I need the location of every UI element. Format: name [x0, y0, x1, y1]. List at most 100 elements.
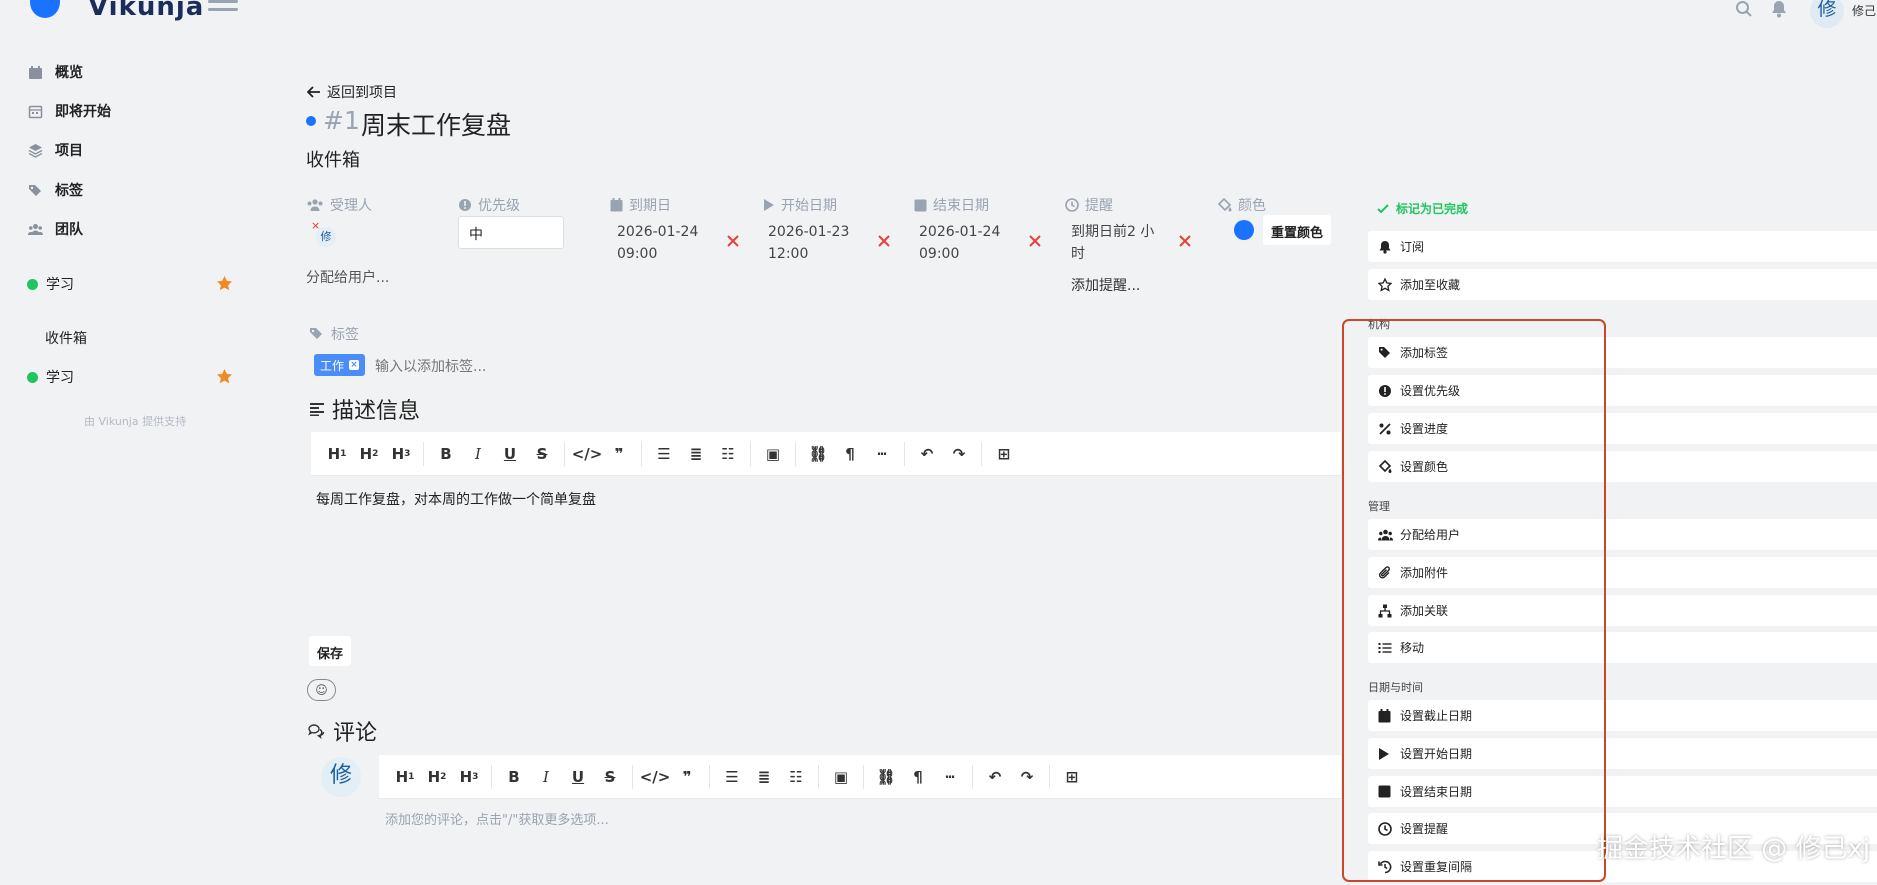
- clear-due-date-icon[interactable]: [726, 234, 740, 248]
- heading3-button[interactable]: H3: [385, 432, 417, 476]
- start-date-label: 开始日期: [781, 198, 837, 214]
- redo-icon[interactable]: ↷: [943, 432, 975, 476]
- end-date-value[interactable]: 2026-01-24 09:00: [919, 221, 1000, 265]
- sidebar-project-study-2[interactable]: 学习: [27, 367, 74, 387]
- assignee-label: 受理人: [330, 198, 372, 214]
- strikethrough-button[interactable]: S: [526, 432, 558, 476]
- user-avatar[interactable]: 修: [1810, 0, 1844, 28]
- menu-toggle-icon[interactable]: [208, 0, 238, 16]
- mark-done-label: 标记为已完成: [1396, 202, 1469, 216]
- add-label-input[interactable]: 输入以添加标签...: [375, 356, 486, 376]
- quote-icon[interactable]: ❞: [603, 432, 635, 476]
- task-list-icon[interactable]: ☷: [780, 755, 812, 799]
- sidebar-item-teams[interactable]: 团队: [28, 219, 83, 239]
- table-icon[interactable]: ⊞: [988, 432, 1020, 476]
- project-color-dot: [27, 371, 38, 383]
- color-picker[interactable]: [1234, 220, 1254, 240]
- check-double-icon: [1377, 203, 1389, 215]
- underline-button[interactable]: U: [494, 432, 526, 476]
- bullet-list-icon[interactable]: ☰: [716, 755, 748, 799]
- clear-start-date-icon[interactable]: [877, 234, 891, 248]
- add-reminder-link[interactable]: 添加提醒...: [1071, 275, 1140, 295]
- reset-color-button[interactable]: 重置颜色: [1263, 215, 1332, 245]
- comment-input[interactable]: 添加您的评论，点击"/"获取更多选项...: [385, 809, 609, 828]
- assign-user-input[interactable]: 分配给用户...: [306, 267, 389, 287]
- task-list-icon[interactable]: ☷: [712, 432, 744, 476]
- redo-icon[interactable]: ↷: [1011, 755, 1043, 799]
- link-icon[interactable]: ⛓: [802, 432, 834, 476]
- bold-button[interactable]: B: [498, 755, 530, 799]
- sidebar-project-inbox[interactable]: 收件箱: [45, 328, 87, 348]
- sidebar-item-label: 项目: [55, 143, 83, 159]
- italic-button[interactable]: I: [530, 755, 562, 799]
- play-icon: [763, 198, 775, 212]
- undo-icon[interactable]: ↶: [979, 755, 1011, 799]
- reminder-value[interactable]: 到期日前2 小 时: [1071, 221, 1154, 265]
- paragraph-icon[interactable]: ¶: [902, 755, 934, 799]
- horizontal-rule-icon[interactable]: ┅: [866, 432, 898, 476]
- quote-icon[interactable]: ❞: [671, 755, 703, 799]
- search-icon[interactable]: [1735, 0, 1753, 18]
- remove-label-icon[interactable]: ×: [349, 360, 360, 370]
- add-favorite-button[interactable]: 添加至收藏: [1368, 269, 1877, 300]
- favorite-star-icon[interactable]: [216, 368, 233, 385]
- sidebar-item-upcoming[interactable]: 即将开始: [28, 101, 111, 121]
- sidebar-item-overview[interactable]: 概览: [28, 62, 83, 82]
- image-icon[interactable]: ▣: [757, 432, 789, 476]
- bell-icon[interactable]: [1771, 0, 1787, 18]
- paint-bucket-icon: [1217, 198, 1232, 212]
- italic-button[interactable]: I: [462, 432, 494, 476]
- watermark: 掘金技术社区 @ 修己xj: [1597, 834, 1871, 864]
- clear-end-date-icon[interactable]: [1028, 234, 1042, 248]
- table-icon[interactable]: ⊞: [1056, 755, 1088, 799]
- label-chip[interactable]: 工作 ×: [314, 354, 366, 376]
- ordered-list-icon[interactable]: ≣: [680, 432, 712, 476]
- strikethrough-button[interactable]: S: [594, 755, 626, 799]
- ordered-list-icon[interactable]: ≣: [748, 755, 780, 799]
- undo-icon[interactable]: ↶: [911, 432, 943, 476]
- reminder-heading: 提醒: [1065, 195, 1113, 215]
- add-reaction-icon[interactable]: ☺: [307, 679, 336, 701]
- back-to-project-link[interactable]: 返回到项目: [307, 82, 397, 102]
- heading2-button[interactable]: H2: [353, 432, 385, 476]
- clear-reminder-icon[interactable]: [1178, 234, 1192, 248]
- app-name: Vikunja: [88, 0, 205, 22]
- link-icon[interactable]: ⛓: [870, 755, 902, 799]
- code-icon[interactable]: </>: [639, 755, 671, 799]
- sidebar-project-study[interactable]: 学习: [27, 274, 74, 294]
- task-project-name[interactable]: 收件箱: [306, 146, 360, 172]
- description-content[interactable]: 每周工作复盘，对本周的工作做一个简单复盘: [316, 489, 596, 509]
- underline-button[interactable]: U: [562, 755, 594, 799]
- bullet-list-icon[interactable]: ☰: [648, 432, 680, 476]
- sidebar-item-projects[interactable]: 项目: [28, 140, 83, 160]
- horizontal-rule-icon[interactable]: ┅: [934, 755, 966, 799]
- image-icon[interactable]: ▣: [825, 755, 857, 799]
- priority-select[interactable]: 中: [458, 216, 564, 249]
- heading1-button[interactable]: H1: [389, 755, 421, 799]
- vikunja-logo[interactable]: [30, 0, 60, 18]
- commenter-avatar: 修: [321, 757, 361, 797]
- color-label: 颜色: [1238, 198, 1266, 214]
- labels-label: 标签: [331, 327, 359, 343]
- sidebar-item-labels[interactable]: 标签: [28, 180, 83, 200]
- subscribe-button[interactable]: 订阅: [1368, 231, 1877, 262]
- powered-by[interactable]: 由 Vikunja 提供支持: [84, 413, 186, 429]
- paragraph-icon[interactable]: ¶: [834, 432, 866, 476]
- favorite-star-icon[interactable]: [216, 275, 233, 292]
- code-icon[interactable]: </>: [571, 432, 603, 476]
- project-label: 收件箱: [45, 331, 87, 347]
- task-title[interactable]: 周末工作复盘: [361, 106, 511, 142]
- star-icon: [1378, 277, 1392, 292]
- mark-done-button[interactable]: 标记为已完成: [1377, 200, 1468, 217]
- heading2-button[interactable]: H2: [421, 755, 453, 799]
- heading3-button[interactable]: H3: [453, 755, 485, 799]
- start-date-value[interactable]: 2026-01-23 12:00: [768, 221, 849, 265]
- heading1-button[interactable]: H1: [321, 432, 353, 476]
- bold-button[interactable]: B: [430, 432, 462, 476]
- save-description-button[interactable]: 保存: [309, 636, 352, 666]
- due-date-value[interactable]: 2026-01-24 09:00: [617, 221, 698, 265]
- labels-heading: 标签: [309, 324, 359, 344]
- sidebar-item-label: 标签: [55, 183, 83, 199]
- user-name[interactable]: 修己: [1852, 2, 1876, 19]
- project-color-dot: [27, 278, 38, 290]
